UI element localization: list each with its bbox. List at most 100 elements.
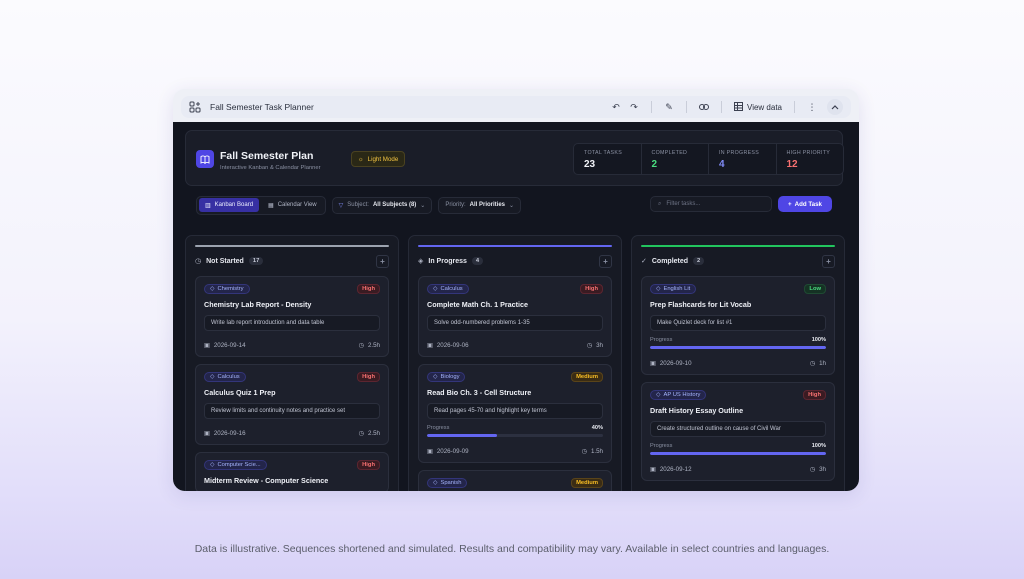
stat-label: IN PROGRESS [719, 150, 760, 156]
task-subtask[interactable]: Solve odd-numbered problems 1-35 [427, 315, 603, 331]
card-footer: ▣ 2026-09-12 ◷ 3h [650, 463, 826, 473]
redo-icon[interactable]: ↷ [625, 99, 643, 115]
app-grid-icon [189, 101, 201, 113]
subject-tag[interactable]: ◇ English Lit [650, 284, 697, 294]
column-not-started: ◷ Not Started 17 + ◇ Chemistry High Chemi… [185, 235, 399, 491]
search-input[interactable]: ⌕ Filter tasks... [650, 196, 772, 212]
task-card[interactable]: ◇ Calculus High Calculus Quiz 1 Prep Revie… [195, 364, 389, 445]
column-count: 2 [693, 257, 705, 265]
calendar-icon: ▣ [204, 430, 210, 437]
card-list: ◇ Chemistry High Chemistry Lab Report - D… [195, 276, 389, 491]
priority-badge: High [580, 284, 603, 294]
check-circle-icon: ✓ [641, 258, 647, 265]
subject-tag[interactable]: ◇ Calculus [204, 372, 246, 382]
tag-icon: ◇ [433, 480, 438, 486]
light-mode-label: Light Mode [367, 155, 399, 163]
column-title: Completed [651, 257, 689, 265]
subject-tag[interactable]: ◇ AP US History [650, 390, 707, 400]
calendar-view-tab[interactable]: ▦ Calendar View [262, 198, 323, 212]
clock-icon: ◷ [358, 342, 364, 349]
stat-value: 2 [651, 159, 658, 170]
subject-tag-label: Spanish [440, 480, 462, 486]
add-card-button[interactable]: + [822, 254, 835, 268]
task-card[interactable]: ◇ Calculus High Complete Math Ch. 1 Pract… [418, 276, 612, 357]
task-title: Midterm Review - Computer Science [204, 476, 329, 485]
kanban-label: Kanban Board [214, 202, 254, 208]
clock-icon: ◷ [586, 342, 593, 349]
subject-tag[interactable]: ◇ Computer Scie... [204, 460, 267, 470]
priority-badge: High [357, 460, 380, 470]
light-mode-toggle[interactable]: ☼ Light Mode [351, 151, 406, 167]
subject-tag-label: Biology [440, 374, 460, 380]
column-header: ◷ Not Started 17 + [195, 254, 389, 268]
clock-icon: ◷ [195, 258, 202, 265]
kanban-board-tab[interactable]: ▥ Kanban Board [199, 198, 260, 212]
subject-tag[interactable]: ◇ Spanish [427, 478, 468, 488]
priority-filter[interactable]: Priority: All Priorities ⌄ [438, 196, 522, 214]
task-title: Calculus Quiz 1 Prep [204, 388, 276, 397]
calendar-icon: ▣ [427, 342, 433, 349]
tag-icon: ◇ [210, 374, 215, 380]
task-subtask[interactable]: Review limits and continuity notes and p… [204, 403, 380, 419]
column-title: Not Started [206, 257, 244, 265]
chevron-down-icon: ⌄ [420, 202, 426, 209]
view-switcher: ▥ Kanban Board ▦ Calendar View [196, 195, 326, 215]
subject-filter[interactable]: ▽ Subject: All Subjects (8) ⌄ [331, 196, 433, 214]
task-card[interactable]: ◇ Computer Scie... High Midterm Review - … [195, 452, 389, 491]
view-data-label: View data [747, 102, 782, 112]
more-vertical-icon[interactable]: ⋮ [803, 99, 821, 115]
search-icon: ⌕ [658, 200, 662, 207]
card-list: ◇ Calculus High Complete Math Ch. 1 Pract… [418, 276, 612, 491]
column-header: ◈ In Progress 4 + [418, 254, 612, 268]
task-card[interactable]: ◇ Biology Medium Read Bio Ch. 3 - Cell St… [418, 364, 612, 463]
task-subtask[interactable]: Write lab report introduction and data t… [204, 315, 380, 331]
stat-value: 4 [719, 159, 725, 170]
task-card[interactable]: ◇ Chemistry High Chemistry Lab Report - D… [195, 276, 389, 357]
tag-icon: ◇ [210, 286, 215, 292]
priority-badge: High [803, 390, 826, 400]
subject-tag[interactable]: ◇ Biology [427, 372, 466, 382]
tag-icon: ◇ [656, 392, 661, 398]
task-subtask[interactable]: Read pages 45-70 and highlight key terms [427, 403, 603, 419]
stat-label: TOTAL TASKS [584, 150, 623, 156]
column-count: 17 [248, 257, 264, 265]
progress-bar [427, 434, 603, 437]
task-title: Chemistry Lab Report - Density [204, 300, 312, 309]
edit-pencil-icon[interactable]: ✎ [660, 99, 678, 115]
view-data-button[interactable]: View data [730, 101, 786, 113]
column-accent-bar [418, 245, 612, 247]
clock-icon: ◷ [809, 466, 816, 473]
subject-tag[interactable]: ◇ Chemistry [204, 284, 250, 294]
add-card-button[interactable]: + [376, 254, 389, 268]
sun-icon: ☼ [358, 155, 364, 163]
window-title: Fall Semester Task Planner [210, 102, 314, 112]
task-subtask[interactable]: Create structured outline on cause of Ci… [650, 421, 826, 437]
layers-icon: ◈ [418, 258, 424, 265]
tag-icon: ◇ [433, 374, 438, 380]
calendar-icon: ▣ [650, 466, 656, 473]
task-card[interactable]: ◇ AP US History High Draft History Essay … [641, 382, 835, 481]
stat-value: 12 [786, 159, 798, 170]
priority-badge: High [357, 372, 380, 382]
task-title: Prep Flashcards for Lit Vocab [650, 300, 752, 309]
link-icon[interactable] [695, 99, 713, 115]
estimated-hours: 3h [596, 342, 603, 349]
card-footer: ▣ 2026-09-14 ◷ 2.5h [204, 339, 380, 349]
progress-fill [650, 452, 826, 455]
subject-tag[interactable]: ◇ Calculus [427, 284, 469, 294]
add-task-button[interactable]: + Add Task [778, 196, 832, 212]
stat-label: COMPLETED [651, 150, 688, 156]
chevron-up-icon[interactable] [827, 99, 843, 115]
card-footer: ▣ 2026-09-09 ◷ 1.5h [427, 445, 603, 455]
task-subtask[interactable]: Make Quizlet deck for list #1 [650, 315, 826, 331]
tag-icon: ◇ [210, 462, 215, 468]
due-date: 2026-09-12 [659, 466, 692, 473]
estimated-hours: 2.5h [367, 430, 380, 437]
undo-icon[interactable]: ↶ [607, 99, 625, 115]
task-card[interactable]: ◇ Spanish Medium [418, 470, 612, 491]
task-card[interactable]: ◇ English Lit Low Prep Flashcards for Lit… [641, 276, 835, 375]
page-subtitle: Interactive Kanban & Calendar Planner [220, 165, 321, 171]
add-card-button[interactable]: + [599, 254, 612, 268]
priority-filter-value: All Priorities [469, 202, 506, 208]
app-header: Fall Semester Plan Interactive Kanban & … [185, 130, 844, 186]
